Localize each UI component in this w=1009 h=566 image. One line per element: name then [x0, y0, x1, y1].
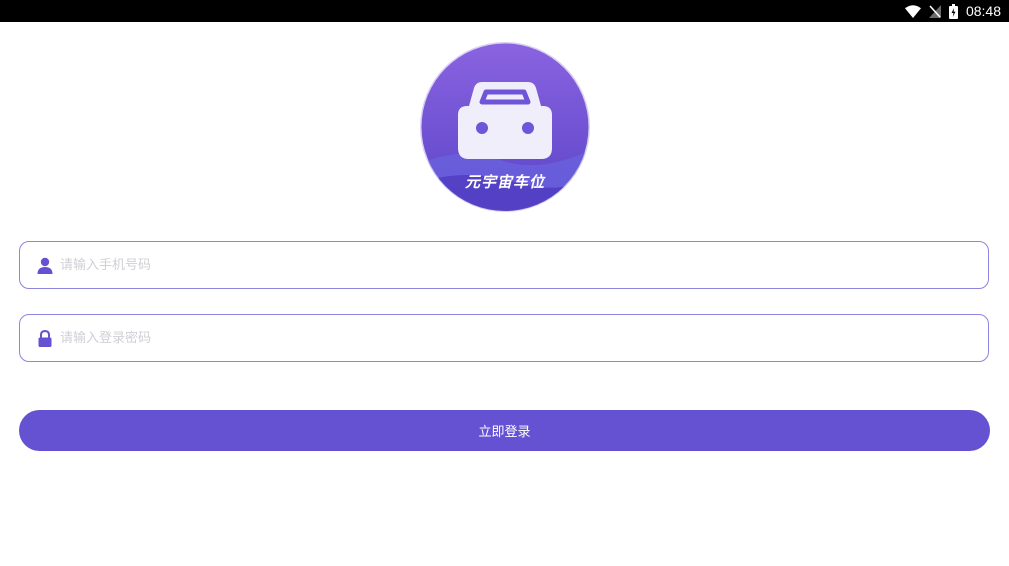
no-signal-icon — [928, 4, 941, 18]
status-bar: 08:48 — [0, 0, 1009, 22]
app-logo: 元宇宙车位 — [420, 42, 590, 212]
lock-icon — [37, 330, 53, 347]
app-name: 元宇宙车位 — [464, 173, 545, 191]
phone-field[interactable] — [19, 241, 989, 289]
user-icon — [37, 257, 53, 274]
battery-icon — [948, 3, 958, 19]
password-input[interactable] — [60, 315, 970, 361]
status-time: 08:48 — [965, 3, 1001, 19]
phone-input[interactable] — [60, 242, 970, 288]
wifi-icon — [904, 4, 921, 18]
password-field[interactable] — [19, 314, 989, 362]
status-icons: 08:48 — [904, 0, 1001, 22]
login-button[interactable]: 立即登录 — [19, 410, 990, 451]
